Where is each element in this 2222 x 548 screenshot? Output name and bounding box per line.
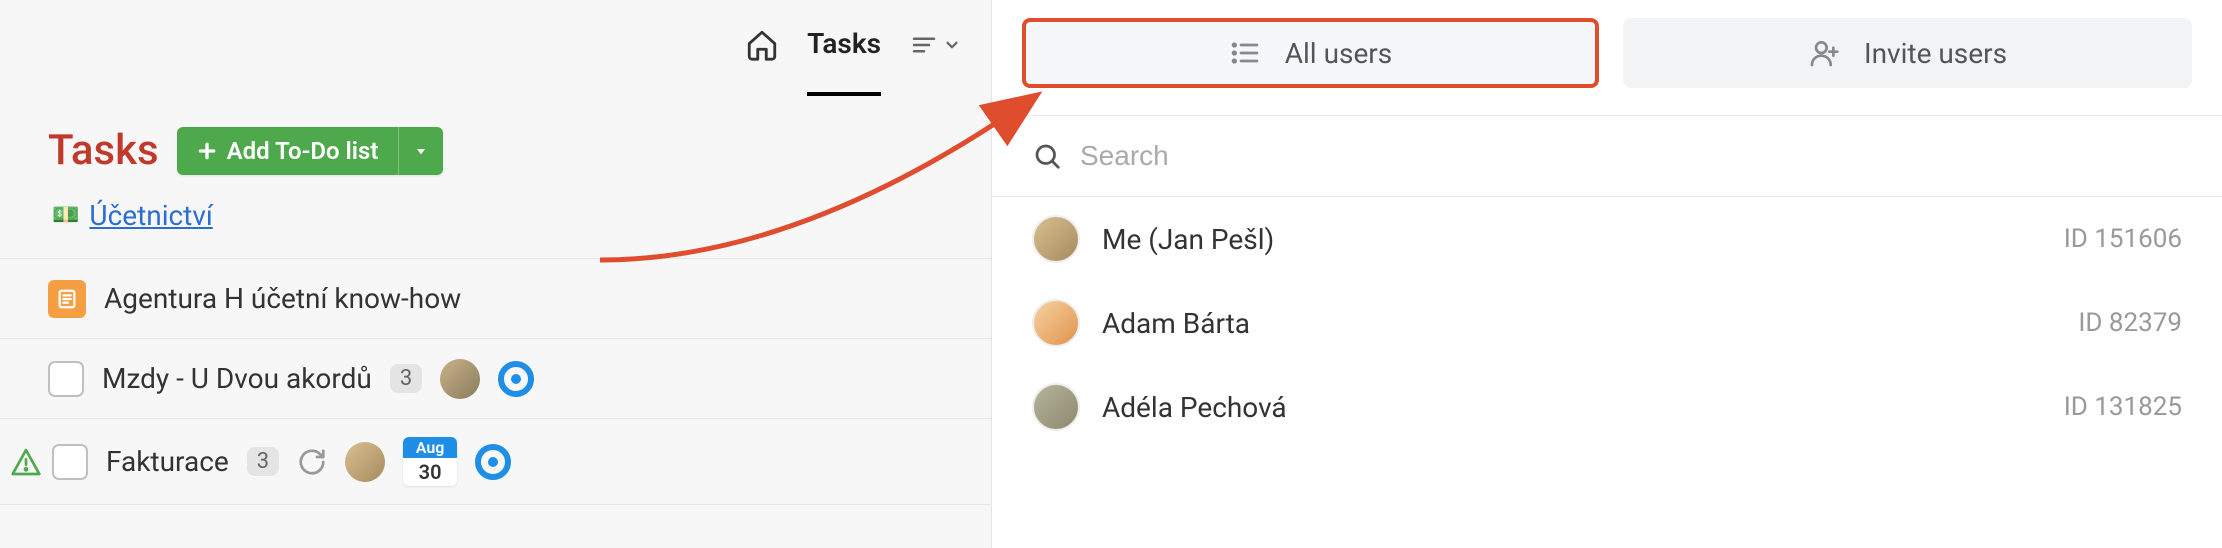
- date-month: Aug: [403, 437, 457, 458]
- category-link[interactable]: Účetnictví: [89, 199, 212, 232]
- left-panel: Tasks Tasks Add To-Do list 💵 Účetnictví …: [0, 0, 992, 548]
- home-icon: [745, 28, 779, 62]
- count-badge: 3: [390, 364, 422, 393]
- task-row[interactable]: Fakturace 3 Aug 30: [0, 419, 991, 505]
- home-button[interactable]: [745, 28, 779, 62]
- task-title: Fakturace: [106, 445, 229, 478]
- view-selector[interactable]: [909, 30, 961, 60]
- note-icon: [48, 280, 86, 318]
- tab-invite-users[interactable]: Invite users: [1623, 18, 2192, 88]
- invite-user-icon: [1808, 37, 1840, 69]
- user-id: ID 131825: [2064, 392, 2182, 422]
- avatar[interactable]: [345, 442, 385, 482]
- tabs-row: All users Invite users: [992, 0, 2222, 116]
- search-icon: [1032, 141, 1062, 171]
- tasks-title: Tasks: [48, 126, 159, 175]
- user-name: Me (Jan Pešl): [1102, 223, 2042, 256]
- user-name: Adam Bárta: [1102, 307, 2056, 340]
- avatar[interactable]: [440, 359, 480, 399]
- user-row[interactable]: Adéla Pechová ID 131825: [992, 365, 2222, 449]
- user-id: ID 151606: [2064, 224, 2182, 254]
- list-view-icon: [909, 30, 939, 60]
- user-row[interactable]: Me (Jan Pešl) ID 151606: [992, 197, 2222, 281]
- right-panel: All users Invite users Me (Jan Pešl) ID …: [992, 0, 2222, 548]
- avatar: [1032, 299, 1080, 347]
- search-input[interactable]: [1080, 140, 2182, 172]
- date-day: 30: [403, 458, 457, 486]
- add-todo-label: Add To-Do list: [227, 137, 379, 165]
- add-todo-dropdown[interactable]: [398, 127, 443, 175]
- avatar: [1032, 383, 1080, 431]
- tasks-tab[interactable]: Tasks: [807, 27, 881, 96]
- user-name: Adéla Pechová: [1102, 391, 2042, 424]
- task-row[interactable]: Agentura H účetní know-how: [0, 259, 991, 339]
- count-badge: 3: [247, 447, 279, 476]
- user-id: ID 82379: [2078, 308, 2182, 338]
- target-icon[interactable]: [475, 444, 511, 480]
- task-title: Agentura H účetní know-how: [104, 282, 461, 315]
- add-todo-button[interactable]: Add To-Do list: [177, 127, 399, 175]
- add-todo-button-group: Add To-Do list: [177, 127, 444, 175]
- chevron-down-icon: [943, 36, 961, 54]
- repeat-icon[interactable]: [297, 447, 327, 477]
- user-list: Me (Jan Pešl) ID 151606 Adam Bárta ID 82…: [992, 197, 2222, 449]
- tab-label: All users: [1285, 37, 1393, 70]
- list-icon: [1229, 37, 1261, 69]
- plus-icon: [197, 141, 217, 161]
- task-row[interactable]: Mzdy - U Dvou akordů 3: [0, 339, 991, 419]
- tab-all-users[interactable]: All users: [1022, 18, 1599, 88]
- task-checkbox[interactable]: [52, 444, 88, 480]
- left-header: Tasks: [0, 0, 991, 90]
- date-badge: Aug 30: [403, 437, 457, 486]
- search-row: [992, 116, 2222, 197]
- target-icon[interactable]: [498, 361, 534, 397]
- caret-down-icon: [413, 143, 429, 159]
- tasks-title-row: Tasks Add To-Do list: [0, 90, 991, 199]
- category-row[interactable]: 💵 Účetnictví: [0, 199, 991, 258]
- money-icon: 💵: [52, 203, 79, 228]
- task-list: Agentura H účetní know-how Mzdy - U Dvou…: [0, 258, 991, 505]
- task-checkbox[interactable]: [48, 361, 84, 397]
- tab-label: Invite users: [1864, 37, 2007, 70]
- task-title: Mzdy - U Dvou akordů: [102, 362, 372, 395]
- avatar: [1032, 215, 1080, 263]
- user-row[interactable]: Adam Bárta ID 82379: [992, 281, 2222, 365]
- alert-triangle-icon: [10, 446, 42, 478]
